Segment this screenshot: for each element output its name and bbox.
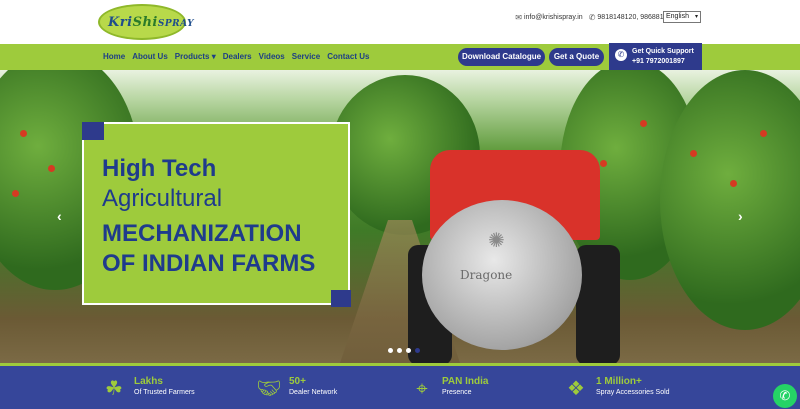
stat-value: PAN India: [442, 376, 489, 387]
pomegranate: [20, 130, 27, 137]
chevron-down-icon: ▾: [694, 14, 698, 20]
pomegranate: [690, 150, 697, 157]
stat-accessories: ❖ 1 Million+ Spray Accessories Sold: [562, 376, 670, 402]
map-pin-icon: ⌖: [416, 378, 428, 400]
get-quote-button[interactable]: Get a Quote: [549, 48, 604, 66]
nav-item-products-label: Products: [174, 52, 210, 61]
support-title: Get Quick Support: [632, 48, 694, 55]
hero-headline-3: MECHANIZATION: [102, 220, 302, 247]
language-value: English: [666, 13, 689, 20]
support-phone: +91 7972001897: [632, 58, 685, 65]
handshake-icon: 🤝︎: [256, 378, 282, 400]
top-bar: KriShiSPRAY ✉ info@krishispray.in ✆ 9818…: [0, 0, 800, 44]
nav-item-videos[interactable]: Videos: [259, 52, 285, 61]
language-select[interactable]: English ▾: [663, 11, 701, 23]
caret-down-icon: ▾: [211, 52, 216, 61]
nav-item-dealers[interactable]: Dealers: [223, 52, 252, 61]
slider-prev-arrow[interactable]: ‹: [57, 208, 62, 224]
hero-headline-1: High Tech: [102, 155, 217, 182]
stats-strip: ☘ Lakhs Of Trusted Farmers 🤝︎ 50+ Dealer…: [0, 363, 800, 409]
download-catalogue-button[interactable]: Download Catalogue: [458, 48, 545, 66]
sprayer-brand-text: Dragone: [460, 268, 513, 282]
email-text: info@krishispray.in: [523, 14, 583, 21]
pomegranate: [12, 190, 19, 197]
nav-menu: Home About Us Products ▾ Dealers Videos …: [103, 52, 369, 61]
stat-label: Presence: [442, 389, 472, 396]
nav-item-products[interactable]: Products ▾: [175, 52, 216, 61]
slider-dots: [388, 348, 420, 353]
card-corner-square: [82, 122, 104, 140]
nav-item-about-us[interactable]: About Us: [132, 52, 168, 61]
stat-label: Dealer Network: [289, 389, 338, 396]
stat-presence: ⌖ PAN India Presence: [408, 376, 488, 402]
sprayer-logo-mark: ✺: [488, 230, 505, 252]
stat-label: Spray Accessories Sold: [596, 389, 670, 396]
nav-item-home[interactable]: Home: [103, 52, 125, 61]
phone-icon: ✆: [588, 13, 596, 22]
stat-value: 50+: [289, 376, 306, 387]
support-phone-icon: ✆: [615, 49, 627, 61]
farmer-icon: ☘: [105, 378, 123, 400]
nav-item-service[interactable]: Service: [292, 52, 320, 61]
pomegranate: [730, 180, 737, 187]
stat-dealers: 🤝︎ 50+ Dealer Network: [255, 376, 337, 402]
tractor-wheel: [576, 245, 620, 363]
stat-label: Of Trusted Farmers: [134, 389, 195, 396]
krishi-spray-logo[interactable]: KriShiSPRAY: [98, 4, 194, 40]
stat-farmers: ☘ Lakhs Of Trusted Farmers: [100, 376, 195, 402]
logo-text: KriShiSPRAY: [108, 15, 195, 30]
pomegranate: [640, 120, 647, 127]
stat-value: Lakhs: [134, 376, 163, 387]
dragone-sprayer-image: ✺ Dragone: [408, 150, 620, 363]
slider-dot[interactable]: [388, 348, 393, 353]
slider-next-arrow[interactable]: ›: [738, 208, 743, 224]
quick-support-box[interactable]: ✆ Get Quick Support +91 7972001897: [609, 43, 702, 71]
hero-headline-4: OF INDIAN FARMS: [102, 250, 316, 277]
hero-headline-2: Agricultural: [102, 185, 223, 212]
stat-value: 1 Million+: [596, 376, 642, 387]
email-contact[interactable]: ✉ info@krishispray.in: [515, 13, 582, 22]
envelope-icon: ✉: [515, 13, 522, 22]
slider-dot[interactable]: [406, 348, 411, 353]
spray-icon: ❖: [567, 378, 585, 400]
nav-item-contact-us[interactable]: Contact Us: [327, 52, 369, 61]
pomegranate: [760, 130, 767, 137]
pomegranate: [48, 165, 55, 172]
slider-dot[interactable]: [397, 348, 402, 353]
whatsapp-icon[interactable]: ✆: [773, 384, 797, 408]
card-corner-square: [331, 290, 351, 307]
slider-dot-active[interactable]: [415, 348, 420, 353]
